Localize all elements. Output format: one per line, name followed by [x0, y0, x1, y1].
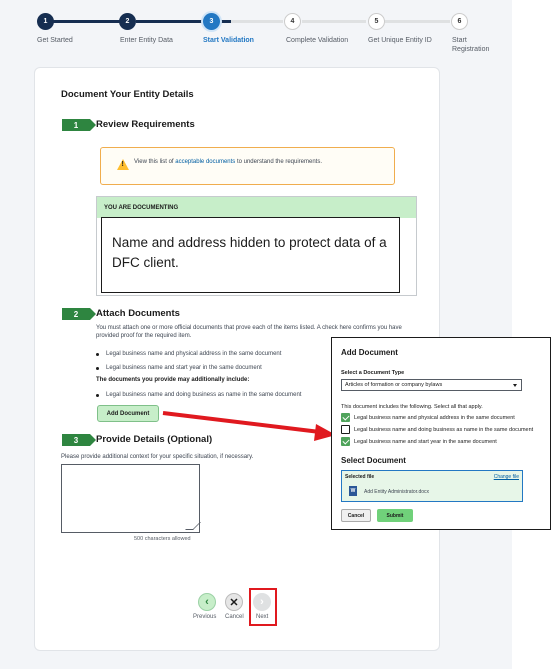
checkbox-dba-name[interactable]: [341, 425, 350, 434]
change-file-link[interactable]: Change file: [494, 474, 519, 480]
dialog-submit-button[interactable]: Submit: [377, 509, 413, 522]
additional-heading: The documents you provide may additional…: [96, 377, 250, 383]
includes-instructions: This document includes the following. Se…: [341, 404, 483, 410]
add-document-button[interactable]: Add Document: [97, 405, 159, 422]
documenting-header: YOU ARE DOCUMENTING: [97, 197, 416, 218]
file-name: Add Entity Administrator.docx: [364, 489, 430, 495]
checkbox-label: Legal business name and physical address…: [354, 415, 515, 421]
acceptable-documents-link[interactable]: acceptable documents: [175, 159, 235, 165]
step-6-label: Start Registration: [452, 37, 490, 53]
selected-file-panel: Selected file Change file W Add Entity A…: [341, 470, 523, 502]
step-3-indicator: 3: [203, 13, 220, 30]
cancel-button[interactable]: ✕: [225, 593, 243, 611]
previous-button[interactable]: ‹: [198, 593, 216, 611]
add-document-dialog: Add Document Select a Document Type Arti…: [331, 337, 551, 530]
checkbox-physical-address[interactable]: [341, 413, 350, 422]
cancel-label: Cancel: [225, 614, 244, 620]
section-3-badge: 3: [62, 434, 96, 446]
details-description: Please provide additional context for yo…: [61, 454, 254, 460]
step-connector: [302, 20, 366, 23]
step-2-label: Enter Entity Data: [120, 37, 173, 44]
progress-stepper: 1 2 3 4 5 6 Get Started Enter Entity Dat…: [0, 10, 512, 60]
details-textarea[interactable]: [61, 464, 200, 533]
step-3-label: Start Validation: [203, 37, 254, 44]
word-file-icon: W: [349, 486, 357, 496]
dialog-cancel-button[interactable]: Cancel: [341, 509, 371, 522]
step-connector: [385, 20, 450, 23]
step-6-indicator: 6: [451, 13, 468, 30]
step-5-label: Get Unique Entity ID: [368, 37, 432, 44]
selected-file-label: Selected file: [345, 474, 375, 480]
alert-text: View this list of acceptable documents t…: [134, 159, 323, 165]
requirements-alert: View this list of acceptable documents t…: [100, 147, 395, 185]
required-item: Legal business name and physical address…: [95, 351, 281, 357]
annotation-arrow: [162, 411, 336, 441]
step-connector: [45, 20, 120, 23]
section-1-title: Review Requirements: [96, 119, 195, 130]
document-type-label: Select a Document Type: [341, 370, 405, 376]
step-1-indicator: 1: [37, 13, 54, 30]
checkbox-label: Legal business name and start year in th…: [354, 439, 497, 445]
additional-item: Legal business name and doing business a…: [95, 392, 301, 398]
step-4-label: Complete Validation: [286, 37, 349, 44]
checkbox-start-year[interactable]: [341, 437, 350, 446]
section-2-title: Attach Documents: [96, 308, 180, 319]
previous-label: Previous: [193, 614, 217, 620]
select-document-title: Select Document: [341, 456, 406, 465]
step-connector: [219, 20, 231, 23]
section-1-badge: 1: [62, 119, 96, 131]
document-type-select[interactable]: Articles of formation or company bylaws: [341, 379, 522, 391]
step-5-indicator: 5: [368, 13, 385, 30]
section-2-badge: 2: [62, 308, 96, 320]
checkbox-label: Legal business name and doing business a…: [354, 427, 534, 433]
step-4-indicator: 4: [284, 13, 301, 30]
character-limit: 500 characters allowed: [134, 536, 191, 542]
page-title: Document Your Entity Details: [61, 89, 194, 100]
required-item: Legal business name and start year in th…: [96, 365, 262, 371]
warning-icon: [117, 159, 129, 170]
step-2-indicator: 2: [119, 13, 136, 30]
next-highlight-box: [249, 588, 277, 626]
step-connector: [231, 20, 283, 23]
dialog-title: Add Document: [341, 348, 398, 357]
step-1-label: Get Started: [37, 37, 73, 44]
redaction-note: Name and address hidden to protect data …: [101, 217, 400, 293]
step-connector: [136, 20, 203, 23]
